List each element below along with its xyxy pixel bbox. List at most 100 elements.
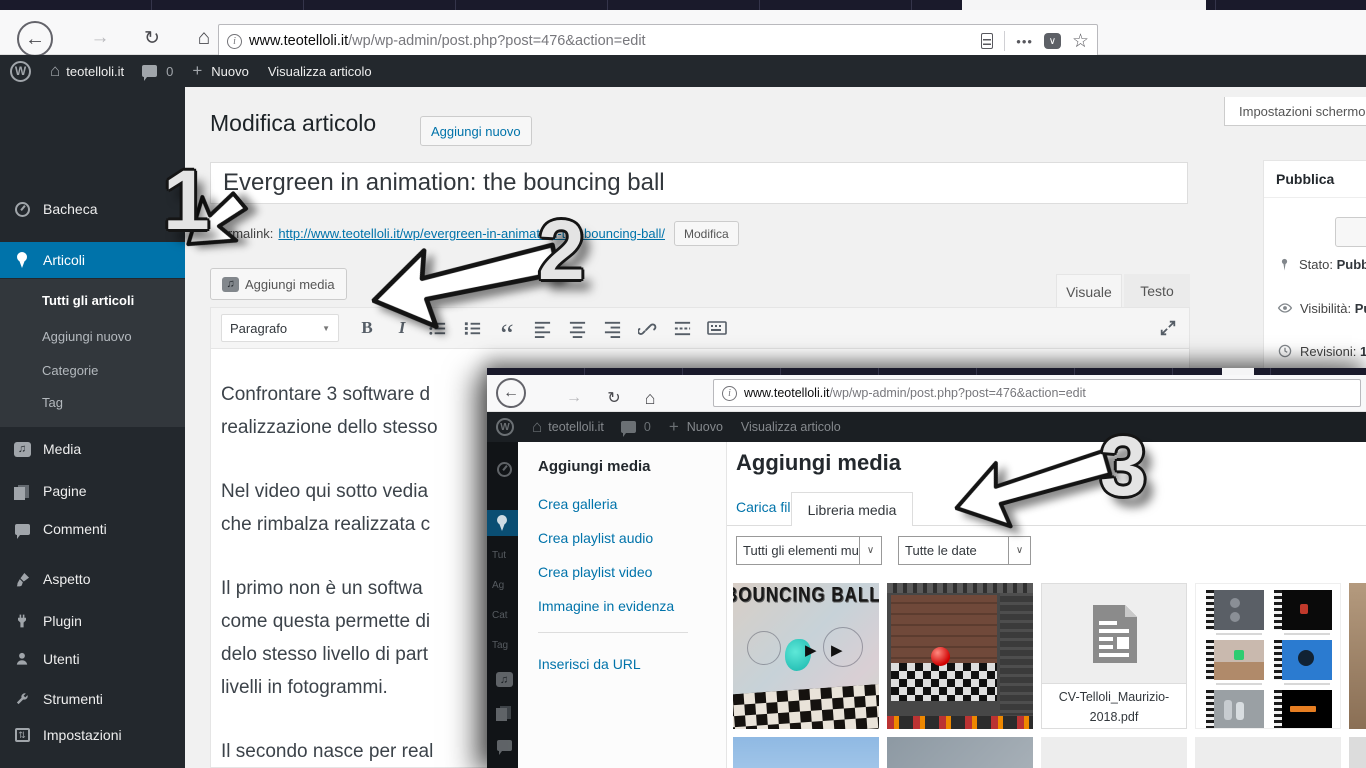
media-thumbnail-blurred[interactable] [887,737,1033,768]
sidebar-item-utenti[interactable]: Utenti [0,641,185,677]
bookmark-star-icon[interactable]: ☆ [1072,30,1089,53]
sidebar-item-media[interactable]: ♫ Media [0,431,185,467]
comment-icon [494,740,514,751]
site-info-icon[interactable]: i [227,34,242,49]
media-thumbnail-pdf[interactable]: CV-Telloli_Maurizio-2018.pdf [1041,583,1187,729]
media-thumbnail-gray[interactable] [1195,737,1341,768]
url-bar[interactable]: i www.teotelloli.it /wp/wp-admin/post.ph… [713,379,1361,407]
eye-icon [1277,300,1293,316]
post-title-input[interactable] [210,162,1188,204]
dimmed-label: Cat [492,610,508,621]
menu-item-immagine-in-evidenza[interactable]: Immagine in evidenza [538,598,674,614]
reload-button[interactable]: ↻ [137,23,167,53]
annotation-number-1: 1 [163,158,210,242]
settings-icon: ⇅ [12,728,32,742]
preview-changes-button[interactable] [1335,217,1366,247]
sidebar-item-articoli[interactable]: Articoli [0,242,185,278]
paragraph-select[interactable]: Paragrafo ▼ [221,314,339,342]
home-button[interactable]: ⌂ [189,23,219,53]
home-icon: ⌂ [532,417,542,437]
sidebar-item-tag[interactable]: Tag [42,395,63,410]
pin-icon [1277,257,1292,272]
comments-count[interactable]: 0 [166,64,173,79]
bold-button[interactable]: B [356,317,378,339]
home-button[interactable]: ⌂ [635,383,665,413]
sidebar-item-aspetto[interactable]: Aspetto [0,561,185,597]
overlay-screenshot-window: ← → ↻ ⌂ i www.teotelloli.it /wp/wp-admin… [487,368,1366,768]
wp-admin-bar: W ⌂ teotelloli.it 0 + Nuovo Visualizza a… [0,55,1366,87]
page-actions-icon[interactable]: ••• [1016,34,1033,49]
sidebar-item-pagine[interactable]: Pagine [0,473,185,509]
menu-item-aggiungi-media[interactable]: Aggiungi media [538,458,651,475]
admin-bar-new-link[interactable]: Nuovo [211,64,249,79]
tab-carica-file[interactable]: Carica file [736,499,798,515]
media-thumbnail-gray[interactable] [1041,737,1187,768]
tab-text[interactable]: Testo [1124,274,1190,308]
revisions-row: Revisioni: 10 Sfoglia [1277,343,1366,359]
pocket-icon[interactable]: ∨ [1044,33,1061,49]
site-info-icon: i [722,386,737,401]
add-media-button[interactable]: ♫ Aggiungi media [210,268,347,300]
media-thumbnail-bouncing-ball[interactable]: BOUNCING BALL ▶ ▶ [733,583,879,729]
publish-panel-title[interactable]: Pubblica [1264,161,1366,198]
sidebar-label: Plugin [43,613,82,629]
media-thumbnail-contact-sheet[interactable] [1195,583,1341,729]
browser-active-tab[interactable] [962,0,1206,10]
chevron-down-icon: ∨ [1008,537,1030,564]
edit-permalink-button[interactable]: Modifica [674,221,739,246]
dashboard-icon [494,462,514,477]
sidebar-item-plugin[interactable]: Plugin [0,603,185,639]
menu-item-crea-playlist-audio[interactable]: Crea playlist audio [538,530,653,546]
media-icon: ♫ [12,442,32,457]
wordpress-logo-icon[interactable]: W [10,61,31,82]
link-button[interactable] [636,317,658,339]
sidebar-item-aggiungi-nuovo[interactable]: Aggiungi nuovo [42,329,132,344]
modal-title: Aggiungi media [736,450,901,476]
plus-icon[interactable]: + [192,61,202,81]
blockquote-button[interactable]: “ [496,317,518,339]
read-more-button[interactable] [671,317,693,339]
tab-visual[interactable]: Visuale [1056,274,1122,308]
media-thumbnail-cut[interactable] [1349,583,1366,729]
media-type-filter-select[interactable]: Tutti gli elementi multimediali ∨ [736,536,882,565]
add-new-button[interactable]: Aggiungi nuovo [420,116,532,146]
media-thumbnail-cut[interactable] [1349,737,1366,768]
sidebar-item-commenti[interactable]: Commenti [0,511,185,547]
back-button[interactable]: ← [496,378,526,408]
wordpress-logo-icon: W [496,418,514,436]
align-left-button[interactable] [531,317,553,339]
toolbar-toggle-button[interactable] [706,317,728,339]
tab-libreria-media[interactable]: Libreria media [791,492,913,526]
sidebar-item-bacheca[interactable]: Bacheca [0,191,185,227]
media-thumbnail-sky[interactable] [733,737,879,768]
media-icon: ♫ [494,672,514,687]
forward-button[interactable]: → [559,383,589,413]
sidebar-item-tutti-gli-articoli[interactable]: Tutti gli articoli [42,293,134,308]
menu-item-inserisci-da-url[interactable]: Inserisci da URL [538,656,641,672]
align-center-button[interactable] [566,317,588,339]
admin-bar-new-link: Nuovo [687,420,723,434]
back-button[interactable]: ← [17,21,53,57]
reload-button[interactable]: ↻ [599,383,629,413]
screen-options-tab[interactable]: Impostazioni schermo [1224,97,1366,126]
comments-icon[interactable] [142,65,157,77]
comment-icon [12,524,32,535]
forward-button[interactable]: → [85,23,115,53]
url-bar[interactable]: i www.teotelloli.it /wp/wp-admin/post.ph… [218,24,1098,58]
editor-toolbar: Paragrafo ▼ B I “ [210,307,1190,349]
menu-item-crea-galleria[interactable]: Crea galleria [538,496,617,512]
admin-bar-site-link[interactable]: ⌂ teotelloli.it [50,61,124,81]
reader-mode-icon[interactable] [981,33,993,49]
add-media-label: Aggiungi media [245,277,335,292]
home-icon: ⌂ [50,61,60,81]
sidebar-item-impostazioni[interactable]: ⇅ Impostazioni [0,717,185,753]
url-path: /wp/wp-admin/post.php?post=476&action=ed… [348,33,645,49]
align-right-button[interactable] [601,317,623,339]
wp-sidebar-menu: Bacheca Articoli Tutti gli articoli Aggi… [0,87,185,768]
fullscreen-button[interactable] [1157,317,1179,339]
sidebar-item-categorie[interactable]: Categorie [42,363,98,378]
sidebar-item-strumenti[interactable]: Strumenti [0,681,185,717]
admin-bar-view-post-link[interactable]: Visualizza articolo [268,64,372,79]
menu-item-crea-playlist-video[interactable]: Crea playlist video [538,564,652,580]
media-thumbnail-3d-app[interactable] [887,583,1033,729]
